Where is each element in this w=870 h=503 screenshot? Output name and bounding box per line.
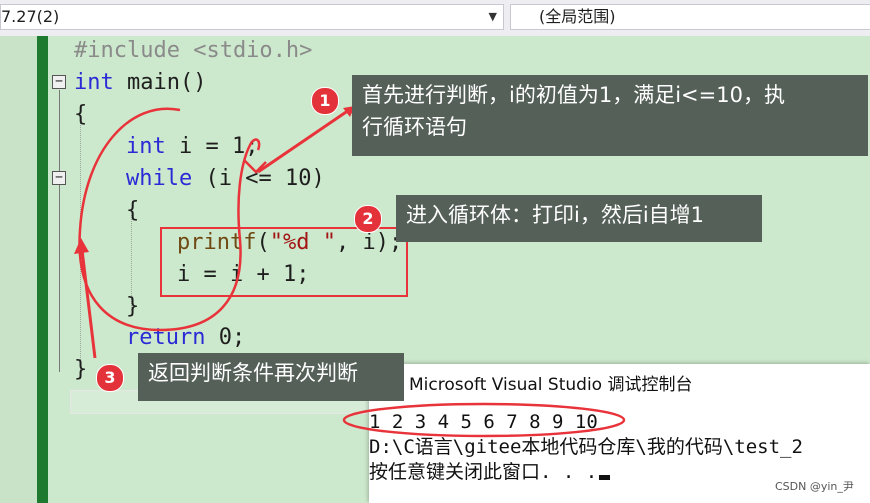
keyword-int: int <box>74 70 114 95</box>
callout-1-line1: 首先进行判断，i的初值为1，满足i<=10，执 <box>362 83 785 107</box>
declaration-rest: i = 1; <box>165 134 259 159</box>
outline-line <box>59 90 60 372</box>
console-output-line: 1 2 3 4 5 6 7 8 9 10 <box>369 411 598 433</box>
project-dropdown[interactable]: 7.27(2) ▼ <box>0 4 504 30</box>
console-prompt-text: 按任意键关闭此窗口. . . <box>369 461 598 483</box>
code-line-while-open: { <box>126 198 140 223</box>
chevron-down-icon[interactable]: ▼ <box>489 5 497 29</box>
keyword-while: while <box>126 166 193 191</box>
callout-2: 进入循环体：打印i，然后i自增1 <box>396 195 762 242</box>
step-1-badge: 1 <box>311 87 339 115</box>
watermark: CSDN @yin_尹 <box>775 480 854 493</box>
collapse-while-icon[interactable]: − <box>52 171 66 185</box>
console-prompt-line: 按任意键关闭此窗口. . . <box>369 460 611 485</box>
editor-navigation-bar: 7.27(2) ▼ (全局范围) <box>0 0 870 37</box>
code-line-declaration: int i = 1; <box>126 131 258 163</box>
line-number-gutter <box>0 36 37 503</box>
keyword-return: return <box>126 325 206 350</box>
console-path-line: D:\C语言\gitee本地代码仓库\我的代码\test_2 <box>369 436 803 458</box>
return-value: 0; <box>205 325 246 350</box>
scope-dropdown-value: (全局范围) <box>539 7 616 26</box>
callout-1-line2: 行循环语句 <box>362 115 467 139</box>
code-line-while: while (i <= 10) <box>126 163 325 195</box>
step-2-badge: 2 <box>354 205 382 233</box>
step-3-badge: 3 <box>96 364 124 392</box>
console-cursor <box>599 475 611 480</box>
indent-guide <box>80 120 81 370</box>
scope-dropdown[interactable]: (全局范围) <box>510 4 870 30</box>
code-line-return: return 0; <box>126 322 245 354</box>
code-line-while-close: } <box>126 294 140 319</box>
project-dropdown-value: 7.27(2) <box>1 7 60 26</box>
callout-3: 返回判断条件再次判断 <box>138 353 404 401</box>
change-tracking-bar <box>37 36 48 503</box>
collapse-main-icon[interactable]: − <box>52 75 66 89</box>
keyword-int: int <box>126 134 166 159</box>
console-title-bar[interactable]: Microsoft Visual Studio 调试控制台 <box>369 364 870 406</box>
callout-1: 首先进行判断，i的初值为1，满足i<=10，执 行循环语句 <box>352 75 868 156</box>
loop-body-highlight <box>160 227 408 297</box>
code-line-open-brace: { <box>74 102 88 127</box>
code-line-close-brace: } <box>74 357 88 382</box>
console-title: Microsoft Visual Studio 调试控制台 <box>409 375 693 395</box>
code-line-main: int main() <box>74 67 206 99</box>
code-line-include: #include <stdio.h> <box>74 38 313 63</box>
main-signature: main() <box>113 70 207 95</box>
while-condition: (i <= 10) <box>192 166 325 191</box>
